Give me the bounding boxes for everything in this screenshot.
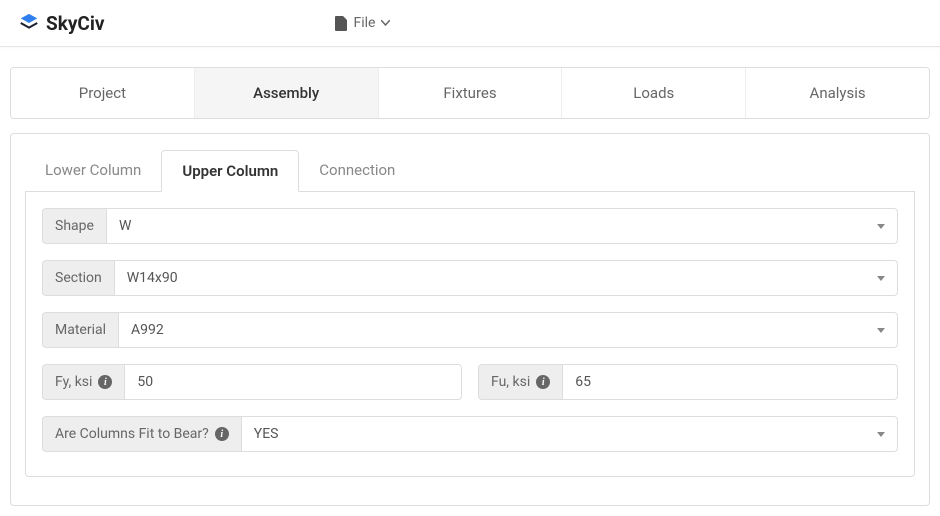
fy-input[interactable]: 50 <box>124 364 462 400</box>
fu-input[interactable]: 65 <box>562 364 898 400</box>
chevron-down-icon <box>877 328 885 333</box>
main-tabs: Project Assembly Fixtures Loads Analysis <box>10 67 930 119</box>
info-icon[interactable]: i <box>98 375 112 389</box>
brand-logo: SkyCiv <box>18 12 105 35</box>
info-icon[interactable]: i <box>215 427 229 441</box>
fy-value: 50 <box>137 374 153 390</box>
tab-fixtures[interactable]: Fixtures <box>379 68 563 118</box>
tab-analysis[interactable]: Analysis <box>746 68 929 118</box>
chevron-down-icon <box>877 276 885 281</box>
file-menu-label: File <box>354 15 376 31</box>
material-label: Material <box>42 312 118 348</box>
logo-icon <box>18 12 40 34</box>
chevron-down-icon <box>877 432 885 437</box>
section-select[interactable]: W14x90 <box>114 260 898 296</box>
brand-name: SkyCiv <box>46 12 105 35</box>
main-content: Project Assembly Fixtures Loads Analysis… <box>0 47 940 516</box>
material-select[interactable]: A992 <box>118 312 898 348</box>
fu-value: 65 <box>575 374 591 390</box>
fu-field: Fu, ksi i 65 <box>478 364 898 400</box>
subtab-connection[interactable]: Connection <box>299 150 415 191</box>
material-value: A992 <box>131 322 164 338</box>
fit-to-bear-value: YES <box>254 426 279 442</box>
upper-column-form: Shape W Section W14x90 <box>25 192 915 477</box>
file-menu[interactable]: File <box>335 15 391 31</box>
fit-to-bear-select[interactable]: YES <box>241 416 898 452</box>
shape-value: W <box>119 218 131 234</box>
fit-to-bear-label: Are Columns Fit to Bear? i <box>42 416 241 452</box>
info-icon[interactable]: i <box>536 375 550 389</box>
fit-to-bear-field: Are Columns Fit to Bear? i YES <box>42 416 898 452</box>
fu-label: Fu, ksi i <box>478 364 562 400</box>
fy-label: Fy, ksi i <box>42 364 124 400</box>
sub-tabs: Lower Column Upper Column Connection <box>25 150 915 192</box>
shape-label: Shape <box>42 208 106 244</box>
shape-select[interactable]: W <box>106 208 898 244</box>
file-icon <box>335 16 348 31</box>
fy-field: Fy, ksi i 50 <box>42 364 462 400</box>
assembly-panel: Lower Column Upper Column Connection Sha… <box>10 133 930 506</box>
tab-project[interactable]: Project <box>11 68 195 118</box>
tab-assembly[interactable]: Assembly <box>195 68 379 118</box>
chevron-down-icon <box>877 224 885 229</box>
material-field: Material A992 <box>42 312 898 348</box>
subtab-lower-column[interactable]: Lower Column <box>25 150 161 191</box>
section-label: Section <box>42 260 114 296</box>
chevron-down-icon <box>381 20 390 26</box>
tab-loads[interactable]: Loads <box>562 68 746 118</box>
topbar: SkyCiv File <box>0 0 940 47</box>
subtab-upper-column[interactable]: Upper Column <box>161 150 299 192</box>
section-value: W14x90 <box>127 270 178 286</box>
shape-field: Shape W <box>42 208 898 244</box>
section-field: Section W14x90 <box>42 260 898 296</box>
